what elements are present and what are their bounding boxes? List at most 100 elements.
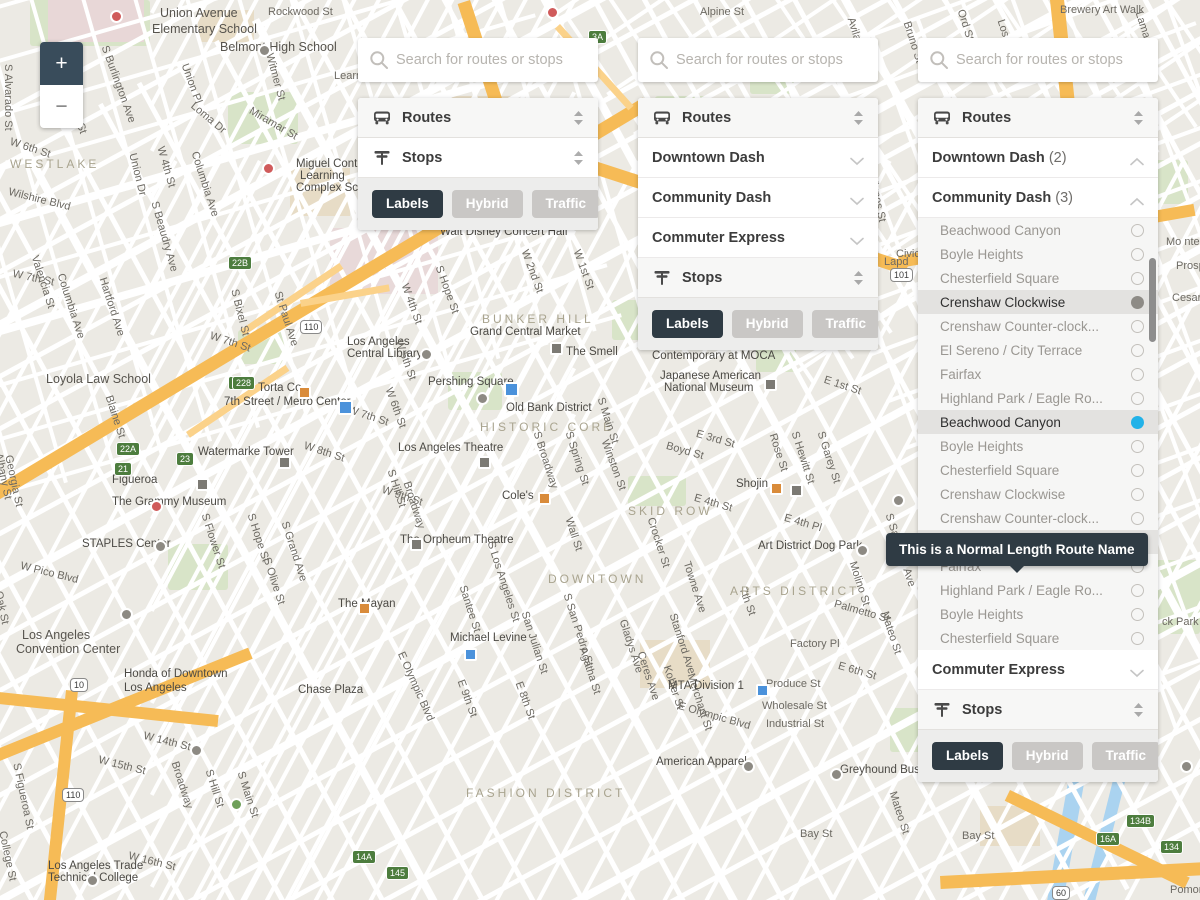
route-list-item[interactable]: Chesterfield Square [918, 626, 1158, 650]
map-poi-marker[interactable] [338, 400, 353, 415]
map-poi-marker[interactable] [196, 478, 209, 491]
map-poi-marker[interactable] [504, 382, 519, 397]
route-list-item[interactable]: Beachwood Canyon [918, 410, 1158, 434]
route-list-item[interactable]: Crenshaw Counter-clock... [918, 506, 1158, 530]
route-group-commuter-express-two[interactable]: Commuter Express [638, 218, 878, 258]
route-color-dot[interactable] [1131, 488, 1144, 501]
zoom-in-button[interactable]: + [40, 42, 83, 85]
sort-toggle-stops-three[interactable] [1133, 702, 1144, 718]
map-zoom-control[interactable]: + − [40, 42, 83, 128]
map-poi-marker[interactable] [120, 608, 133, 621]
map-poi-marker[interactable] [770, 482, 783, 495]
map-poi-marker[interactable] [154, 540, 167, 553]
map-poi-marker[interactable] [756, 684, 769, 697]
map-poi-marker[interactable] [856, 544, 869, 557]
route-list-item[interactable]: El Sereno / City Terrace [918, 338, 1158, 362]
map-poi-marker[interactable] [464, 648, 477, 661]
route-list[interactable]: Beachwood CanyonBoyle HeightsChesterfiel… [918, 218, 1158, 650]
map-poi-marker[interactable] [892, 494, 905, 507]
map-poi-marker[interactable] [550, 342, 563, 355]
route-color-dot[interactable] [1131, 224, 1144, 237]
route-group-community-dash-three[interactable]: Community Dash (3) [918, 178, 1158, 218]
route-list-item[interactable]: Chesterfield Square [918, 266, 1158, 290]
route-color-dot[interactable] [1131, 512, 1144, 525]
route-color-dot[interactable] [1131, 296, 1144, 309]
sort-toggle-stops-one[interactable] [573, 150, 584, 166]
sort-toggle-routes-two[interactable] [853, 110, 864, 126]
map-poi-marker[interactable] [830, 768, 843, 781]
stops-header-three[interactable]: Stops [918, 690, 1158, 730]
search-bar-three[interactable] [918, 38, 1158, 82]
map-poi-marker[interactable] [790, 484, 803, 497]
stops-header-one[interactable]: Stops [358, 138, 598, 178]
route-color-dot[interactable] [1131, 392, 1144, 405]
route-color-dot[interactable] [1131, 248, 1144, 261]
route-list-item[interactable]: Chesterfield Square [918, 458, 1158, 482]
map-poi-marker[interactable] [110, 10, 123, 23]
search-bar-two[interactable] [638, 38, 878, 82]
route-color-dot[interactable] [1131, 632, 1144, 645]
route-list-item[interactable]: Boyle Heights [918, 242, 1158, 266]
stops-header-two[interactable]: Stops [638, 258, 878, 298]
routes-header-two[interactable]: Routes [638, 98, 878, 138]
routes-header-three[interactable]: Routes [918, 98, 1158, 138]
map-poi-marker[interactable] [150, 500, 163, 513]
hybrid-toggle-one[interactable]: Hybrid [452, 190, 523, 218]
search-bar-one[interactable] [358, 38, 598, 82]
map-poi-marker[interactable] [476, 392, 489, 405]
route-color-dot[interactable] [1131, 440, 1144, 453]
hybrid-toggle-two[interactable]: Hybrid [732, 310, 803, 338]
route-color-dot[interactable] [1131, 272, 1144, 285]
map-poi-marker[interactable] [420, 348, 433, 361]
route-list-item[interactable]: Beachwood Canyon [918, 218, 1158, 242]
sort-toggle-stops-two[interactable] [853, 270, 864, 286]
route-color-dot[interactable] [1131, 344, 1144, 357]
traffic-toggle-three[interactable]: Traffic [1092, 742, 1158, 770]
hybrid-toggle-three[interactable]: Hybrid [1012, 742, 1083, 770]
route-list-item[interactable]: Highland Park / Eagle Ro... [918, 386, 1158, 410]
route-color-dot[interactable] [1131, 368, 1144, 381]
labels-toggle-two[interactable]: Labels [652, 310, 723, 338]
map-poi-marker[interactable] [258, 44, 271, 57]
map-poi-marker[interactable] [538, 492, 551, 505]
sort-toggle-routes-three[interactable] [1133, 110, 1144, 126]
route-list-scrollbar[interactable] [1149, 258, 1156, 342]
map-poi-marker[interactable] [298, 386, 311, 399]
map-poi-marker[interactable] [546, 6, 559, 19]
search-input-three[interactable] [954, 51, 1148, 69]
route-color-dot[interactable] [1131, 464, 1144, 477]
traffic-toggle-one[interactable]: Traffic [532, 190, 598, 218]
route-group-downtown-dash-two[interactable]: Downtown Dash [638, 138, 878, 178]
map-poi-marker[interactable] [190, 744, 203, 757]
sort-toggle-routes-one[interactable] [573, 110, 584, 126]
routes-header-one[interactable]: Routes [358, 98, 598, 138]
map-poi-marker[interactable] [278, 456, 291, 469]
route-list-item[interactable]: Crenshaw Clockwise [918, 290, 1158, 314]
labels-toggle-one[interactable]: Labels [372, 190, 443, 218]
map-poi-marker[interactable] [742, 760, 755, 773]
zoom-out-button[interactable]: − [40, 85, 83, 128]
route-group-downtown-dash-three[interactable]: Downtown Dash (2) [918, 138, 1158, 178]
search-input-one[interactable] [394, 51, 588, 69]
map-poi-marker[interactable] [478, 456, 491, 469]
map-poi-marker[interactable] [410, 538, 423, 551]
route-list-item[interactable]: Highland Park / Eagle Ro... [918, 578, 1158, 602]
route-group-commuter-express-three[interactable]: Commuter Express [918, 650, 1158, 690]
route-color-dot[interactable] [1131, 416, 1144, 429]
route-color-dot[interactable] [1131, 608, 1144, 621]
route-group-community-dash-two[interactable]: Community Dash [638, 178, 878, 218]
map-poi-marker[interactable] [764, 378, 777, 391]
map-poi-marker[interactable] [1180, 760, 1193, 773]
route-list-item[interactable]: Crenshaw Counter-clock... [918, 314, 1158, 338]
route-color-dot[interactable] [1131, 320, 1144, 333]
route-color-dot[interactable] [1131, 584, 1144, 597]
map-poi-marker[interactable] [262, 162, 275, 175]
route-list-item[interactable]: Boyle Heights [918, 434, 1158, 458]
route-list-item[interactable]: Boyle Heights [918, 602, 1158, 626]
map-poi-marker[interactable] [230, 798, 243, 811]
traffic-toggle-two[interactable]: Traffic [812, 310, 878, 338]
map-poi-marker[interactable] [86, 874, 99, 887]
search-input-two[interactable] [674, 51, 868, 69]
route-list-item[interactable]: Crenshaw Clockwise [918, 482, 1158, 506]
route-list-item[interactable]: Fairfax [918, 362, 1158, 386]
